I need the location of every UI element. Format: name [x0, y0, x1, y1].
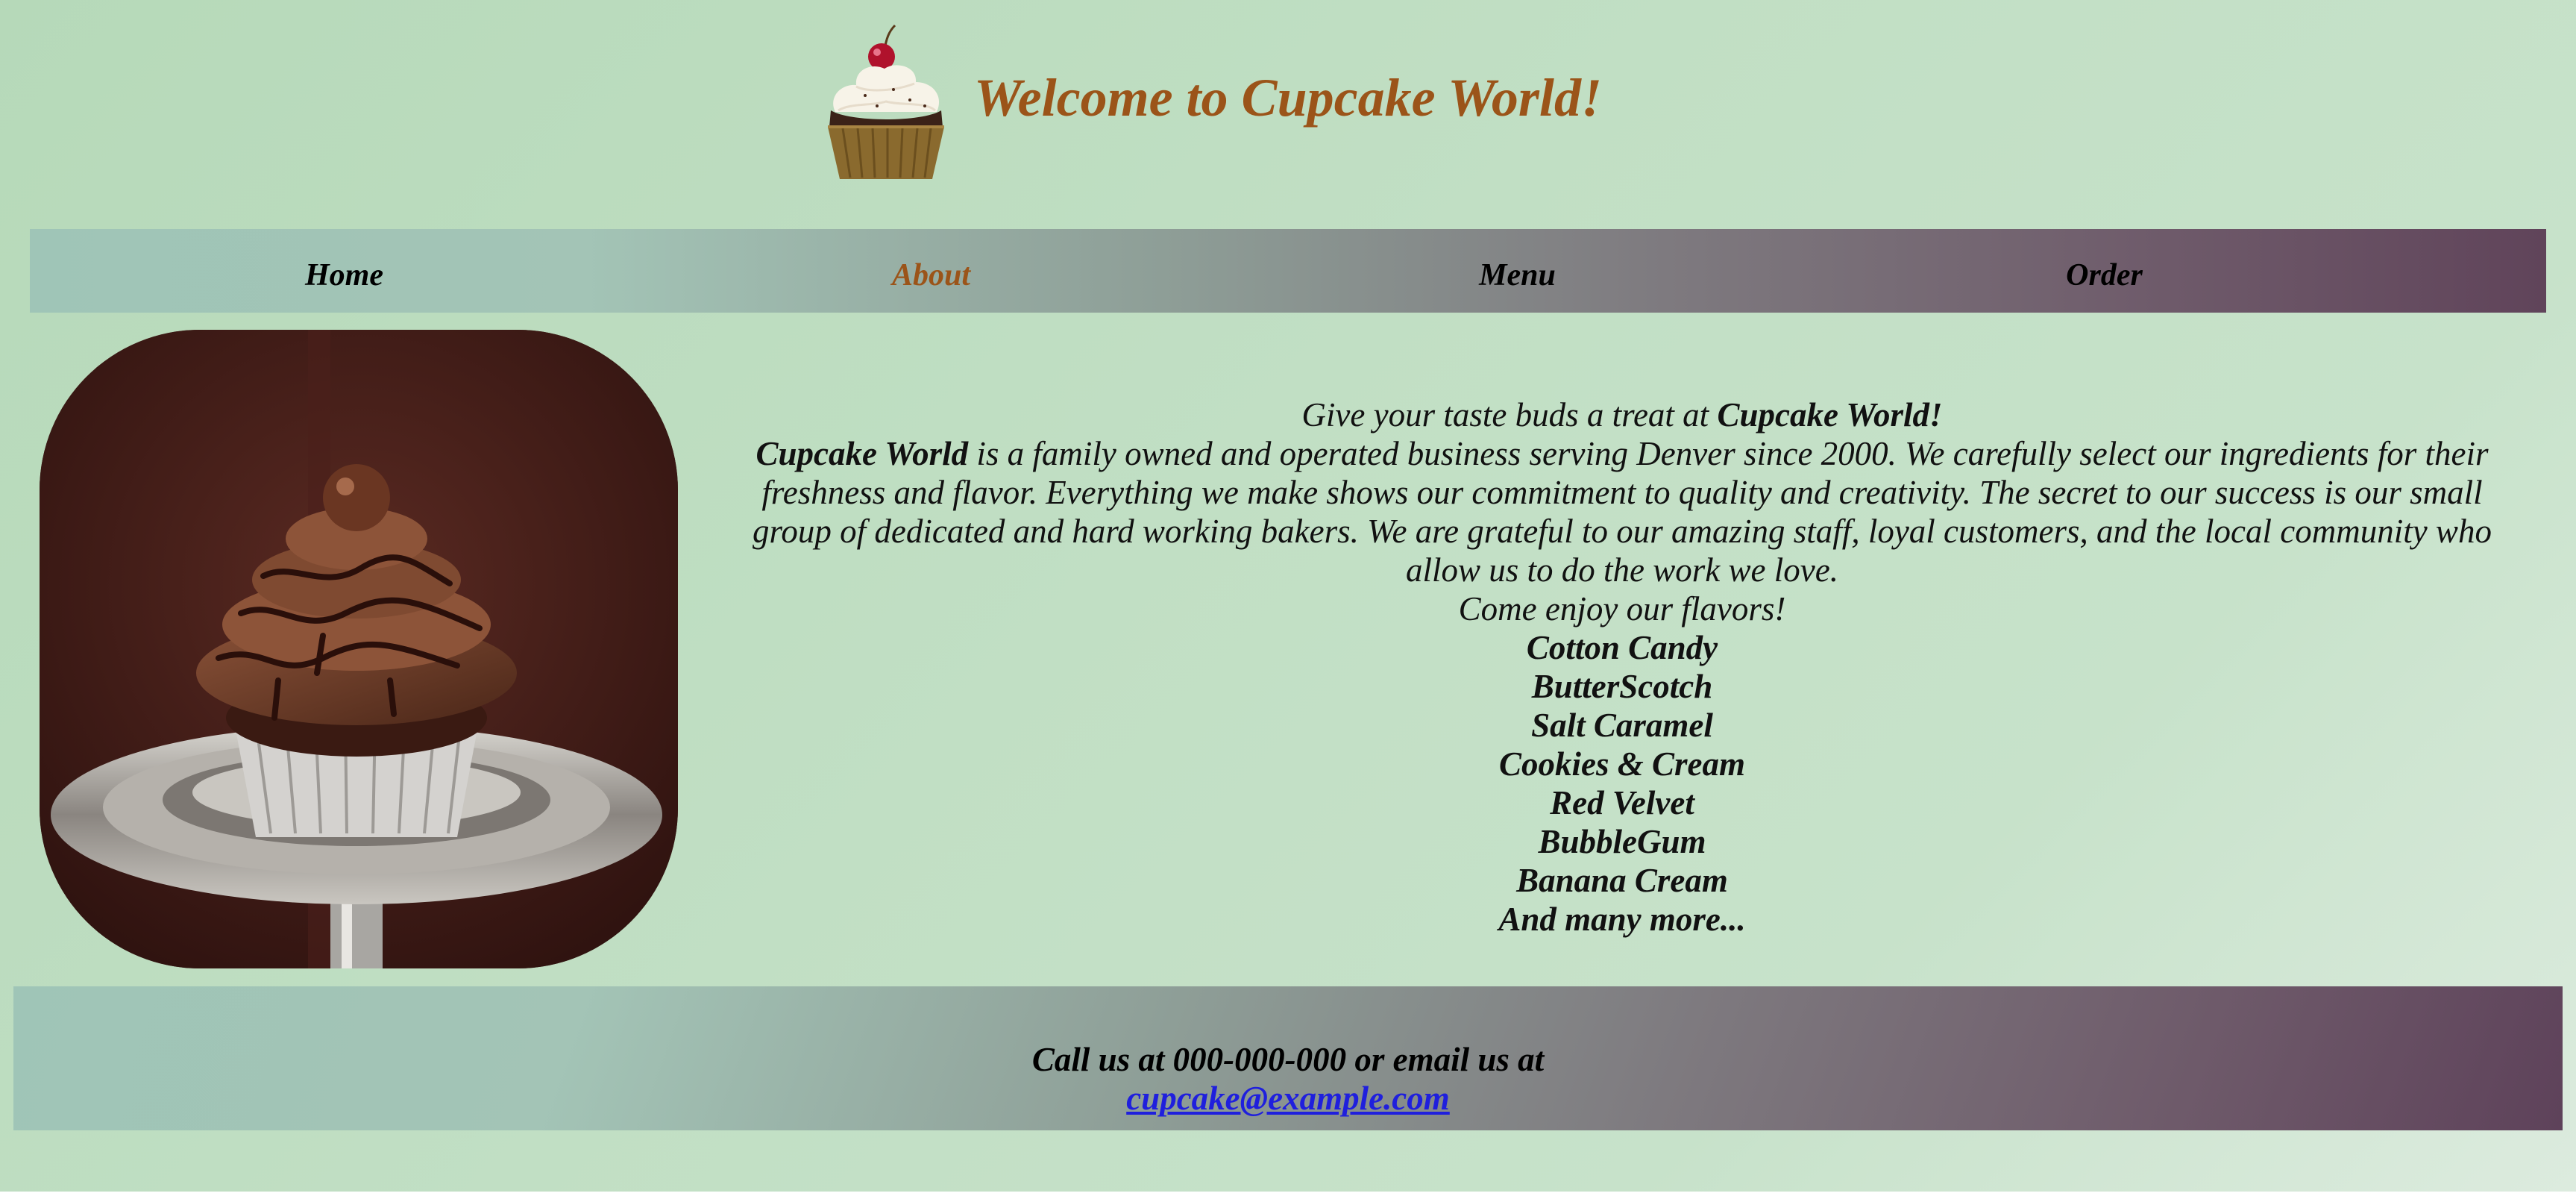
contact-text: Call us at 000-000-000 or email us at — [1031, 1041, 1545, 1078]
footer: Call us at 000-000-000 or email us at cu… — [13, 986, 2563, 1130]
flavor-list: Cotton Candy ButterScotch Salt Caramel C… — [746, 628, 2498, 939]
about-section: Give your taste buds a treat at Cupcake … — [746, 395, 2498, 939]
main-navigation: Home About Menu Order — [30, 229, 2546, 313]
cupcake-logo-icon — [828, 24, 944, 179]
flavor-item: Banana Cream — [1516, 862, 1728, 899]
flavors-intro: Come enjoy our flavors! — [1458, 590, 1786, 627]
nav-about-link[interactable]: About — [617, 229, 1245, 313]
header: Welcome to Cupcake World! — [0, 0, 2576, 224]
nav-menu-link[interactable]: Menu — [1203, 229, 1832, 313]
flavor-item: BubbleGum — [1538, 823, 1706, 860]
flavor-item: Cookies & Cream — [1498, 745, 1745, 783]
intro-text: Give your taste buds a treat at — [1301, 396, 1718, 433]
flavor-item: Cotton Candy — [1526, 629, 1718, 666]
flavor-item: Salt Caramel — [1531, 707, 1713, 744]
email-link[interactable]: cupcake@example.com — [1126, 1080, 1450, 1117]
intro-brand: Cupcake World! — [1717, 396, 1943, 433]
intro-line: Give your taste buds a treat at Cupcake … — [746, 395, 2498, 434]
flavor-item: And many more... — [1498, 901, 1746, 938]
flavor-item: Red Velvet — [1550, 784, 1694, 821]
nav-home-link[interactable]: Home — [30, 229, 659, 313]
about-paragraph: Cupcake World is a family owned and oper… — [746, 434, 2498, 589]
paragraph-brand: Cupcake World — [755, 435, 969, 472]
contact-info: Call us at 000-000-000 or email us at cu… — [13, 1040, 2563, 1118]
site-title: Welcome to Cupcake World! — [974, 68, 1602, 128]
nav-order-link[interactable]: Order — [1790, 229, 2419, 313]
chocolate-cupcake-photo — [40, 330, 678, 968]
paragraph-text: is a family owned and operated business … — [753, 435, 2492, 589]
flavor-item: ButterScotch — [1531, 668, 1713, 705]
